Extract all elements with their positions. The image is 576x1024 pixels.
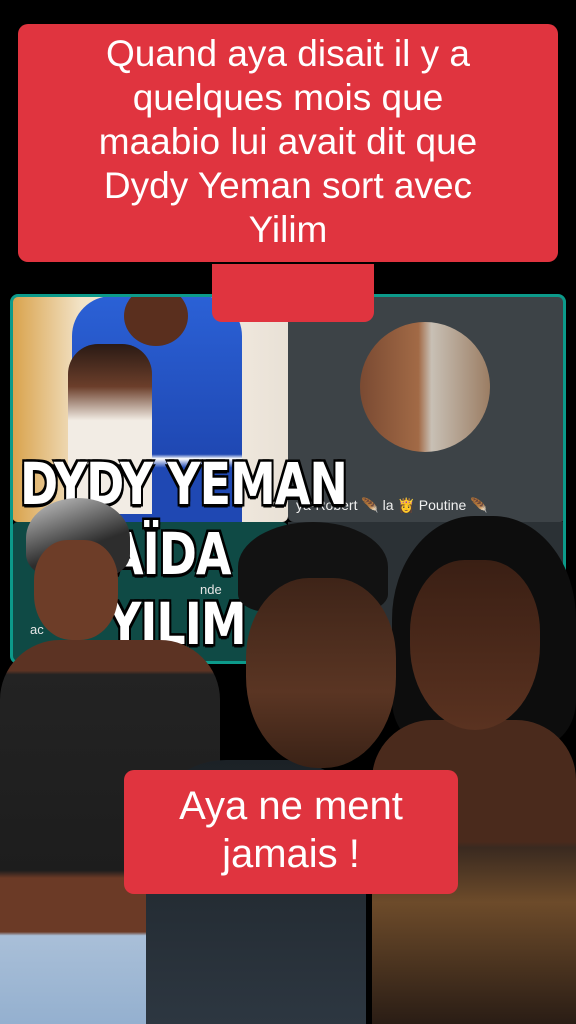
caption-top-line-1: Quand aya disait il y a (105, 33, 471, 74)
caption-top-line-3: maabio lui avait dit que (98, 121, 478, 162)
caption-bottom: Aya ne ment jamais ! (124, 770, 458, 894)
caption-top-tail (212, 264, 374, 322)
caption-top-line-4: Dydy Yeman sort avec (103, 165, 473, 206)
person-right-face (410, 560, 540, 730)
caption-top: Quand aya disait il y a quelques mois qu… (18, 24, 558, 262)
caption-bottom-line-1: Aya ne ment (179, 784, 403, 828)
circular-video-thumbnail (360, 322, 490, 452)
caption-bottom-line-2: jamais ! (222, 832, 360, 876)
person-center-face (246, 578, 396, 768)
caption-top-line-2: quelques mois que (132, 77, 444, 118)
video-side-text: ac (30, 622, 44, 637)
person-left-face (34, 540, 118, 640)
caption-top-line-5: Yilim (248, 209, 328, 250)
